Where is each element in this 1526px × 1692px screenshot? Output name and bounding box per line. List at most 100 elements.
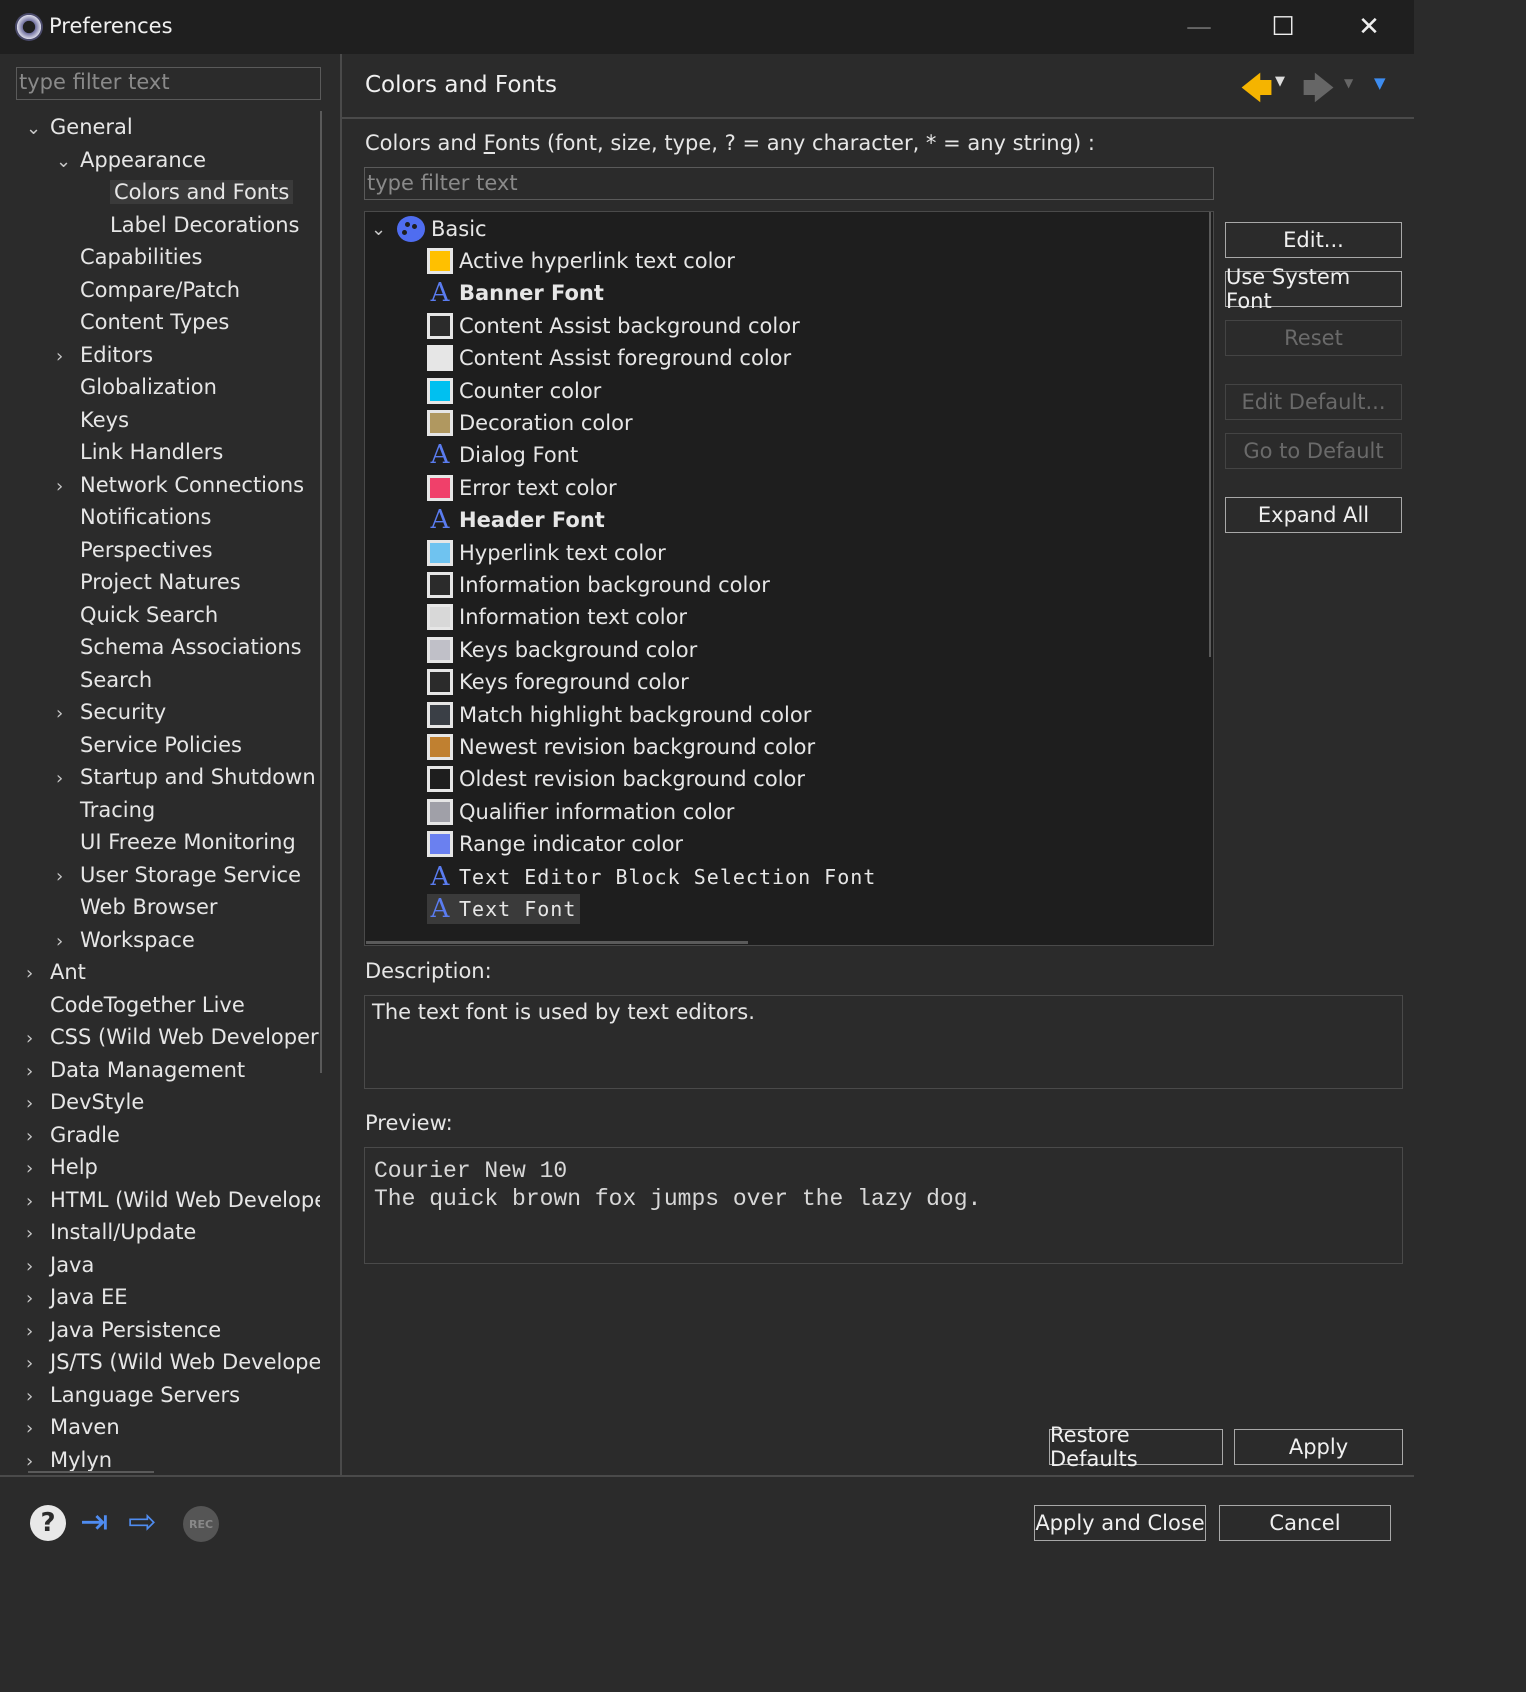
colors-fonts-vertical-scrollbar[interactable] [1209, 212, 1211, 657]
edit-button[interactable]: Edit... [1225, 222, 1402, 258]
tree-item[interactable]: › Mylyn [26, 1444, 112, 1474]
tree-item[interactable]: Notifications [56, 501, 211, 533]
chevron-right-icon[interactable]: › [26, 1186, 44, 1218]
colors-fonts-horizontal-scrollbar[interactable] [366, 941, 748, 944]
tree-item[interactable]: › Help [26, 1151, 98, 1183]
tree-item[interactable]: Project Natures [56, 566, 241, 598]
back-dropdown-icon[interactable]: ▼ [1275, 74, 1285, 89]
tree-item[interactable]: Search [56, 664, 152, 696]
tree-item[interactable]: › Java EE [26, 1281, 128, 1313]
close-button[interactable]: ✕ [1326, 0, 1412, 54]
cancel-button[interactable]: Cancel [1219, 1505, 1391, 1541]
chevron-right-icon[interactable]: › [56, 698, 74, 730]
chevron-right-icon[interactable]: › [56, 471, 74, 503]
font-item[interactable]: A Banner Font [427, 278, 604, 308]
color-item[interactable]: Error text color [427, 473, 617, 503]
tree-item[interactable]: Schema Associations [56, 631, 302, 663]
tree-item[interactable]: › Data Management [26, 1054, 245, 1086]
tree-item[interactable]: Quick Search [56, 599, 218, 631]
chevron-right-icon[interactable]: › [26, 958, 44, 990]
chevron-right-icon[interactable]: › [26, 1121, 44, 1153]
tree-item[interactable]: Web Browser [56, 891, 218, 923]
tree-item[interactable]: Globalization [56, 371, 217, 403]
tree-item[interactable]: › Security [56, 696, 166, 728]
tree-item[interactable]: › Language Servers [26, 1379, 240, 1411]
chevron-right-icon[interactable]: › [26, 1283, 44, 1315]
chevron-right-icon[interactable]: › [26, 1446, 44, 1474]
record-icon[interactable]: REC [183, 1506, 219, 1542]
color-item[interactable]: Decoration color [427, 408, 633, 438]
tree-item[interactable]: › Startup and Shutdown [56, 761, 316, 793]
color-item[interactable]: Keys background color [427, 635, 697, 665]
font-item[interactable]: A Text Font [427, 894, 581, 924]
color-item[interactable]: Content Assist background color [427, 311, 800, 341]
import-icon[interactable]: ⇥ [80, 1503, 118, 1541]
chevron-down-icon[interactable]: ⌄ [56, 146, 74, 178]
forward-arrow-icon[interactable]: 🡆 [1302, 66, 1335, 120]
category-row-basic[interactable]: ⌄ Basic [371, 214, 487, 244]
maximize-button[interactable]: ☐ [1240, 0, 1326, 54]
tree-horizontal-scrollbar[interactable] [28, 1471, 154, 1473]
tree-item[interactable]: ⌄ General [26, 111, 133, 143]
back-arrow-icon[interactable]: 🡄 [1240, 66, 1273, 120]
apply-button[interactable]: Apply [1234, 1429, 1403, 1465]
go-to-default-button[interactable]: Go to Default [1225, 433, 1402, 469]
panel-splitter[interactable] [340, 54, 342, 1476]
tree-item[interactable]: Service Policies [56, 729, 242, 761]
color-item[interactable]: Oldest revision background color [427, 764, 805, 794]
tree-item[interactable]: ⌄ Appearance [56, 144, 206, 176]
tree-item[interactable]: Label Decorations [86, 209, 299, 241]
chevron-down-icon[interactable]: ⌄ [26, 113, 44, 145]
tree-item[interactable]: › HTML (Wild Web Developer) [26, 1184, 320, 1216]
tree-item[interactable]: › Gradle [26, 1119, 120, 1151]
tree-item[interactable]: Keys [56, 404, 129, 436]
color-item[interactable]: Keys foreground color [427, 667, 689, 697]
help-icon[interactable]: ? [30, 1505, 66, 1541]
tree-item[interactable]: Content Types [56, 306, 229, 338]
color-item[interactable]: Qualifier information color [427, 797, 734, 827]
chevron-right-icon[interactable]: › [26, 1316, 44, 1348]
tree-item[interactable]: › Maven [26, 1411, 120, 1443]
tree-item[interactable]: › Workspace [56, 924, 195, 956]
color-item[interactable]: Newest revision background color [427, 732, 815, 762]
chevron-right-icon[interactable]: › [26, 1088, 44, 1120]
reset-button[interactable]: Reset [1225, 320, 1402, 356]
chevron-right-icon[interactable]: › [26, 1153, 44, 1185]
tree-item[interactable]: Link Handlers [56, 436, 223, 468]
font-item[interactable]: A Dialog Font [427, 440, 579, 470]
view-menu-icon[interactable]: ▼ [1374, 74, 1386, 92]
chevron-right-icon[interactable]: › [26, 1056, 44, 1088]
tree-item[interactable]: › DevStyle [26, 1086, 144, 1118]
chevron-right-icon[interactable]: › [26, 1023, 44, 1055]
color-item[interactable]: Information text color [427, 602, 687, 632]
tree-item[interactable]: › Ant [26, 956, 86, 988]
forward-dropdown-icon[interactable]: ▼ [1344, 76, 1353, 90]
color-item[interactable]: Match highlight background color [427, 700, 811, 730]
chevron-right-icon[interactable]: › [56, 763, 74, 795]
edit-default-button[interactable]: Edit Default... [1225, 384, 1402, 420]
colors-fonts-filter-input[interactable]: type filter text [364, 167, 1214, 200]
chevron-right-icon[interactable]: › [26, 1413, 44, 1445]
use-system-font-button[interactable]: Use System Font [1225, 265, 1402, 313]
apply-and-close-button[interactable]: Apply and Close [1034, 1505, 1206, 1541]
tree-item[interactable]: › Editors [56, 339, 153, 371]
minimize-button[interactable]: — [1156, 0, 1242, 54]
chevron-right-icon[interactable]: › [26, 1218, 44, 1250]
tree-item[interactable]: › User Storage Service [56, 859, 301, 891]
tree-item[interactable]: CodeTogether Live [26, 989, 245, 1021]
preference-filter-input[interactable]: type filter text [16, 67, 321, 100]
tree-item[interactable]: › Network Connections [56, 469, 304, 501]
color-item[interactable]: Hyperlink text color [427, 538, 666, 568]
tree-item[interactable]: Tracing [56, 794, 155, 826]
tree-item[interactable]: › CSS (Wild Web Developer) [26, 1021, 320, 1053]
color-item[interactable]: Range indicator color [427, 829, 683, 859]
tree-item[interactable]: Capabilities [56, 241, 203, 273]
color-item[interactable]: Counter color [427, 376, 601, 406]
tree-item[interactable]: UI Freeze Monitoring [56, 826, 296, 858]
tree-item[interactable]: › Java Persistence [26, 1314, 221, 1346]
tree-item[interactable]: › JS/TS (Wild Web Developer) [26, 1346, 320, 1378]
expand-all-button[interactable]: Expand All [1225, 497, 1402, 533]
font-item[interactable]: A Header Font [427, 505, 605, 535]
restore-defaults-button[interactable]: Restore Defaults [1049, 1423, 1223, 1471]
tree-item[interactable]: Perspectives [56, 534, 213, 566]
